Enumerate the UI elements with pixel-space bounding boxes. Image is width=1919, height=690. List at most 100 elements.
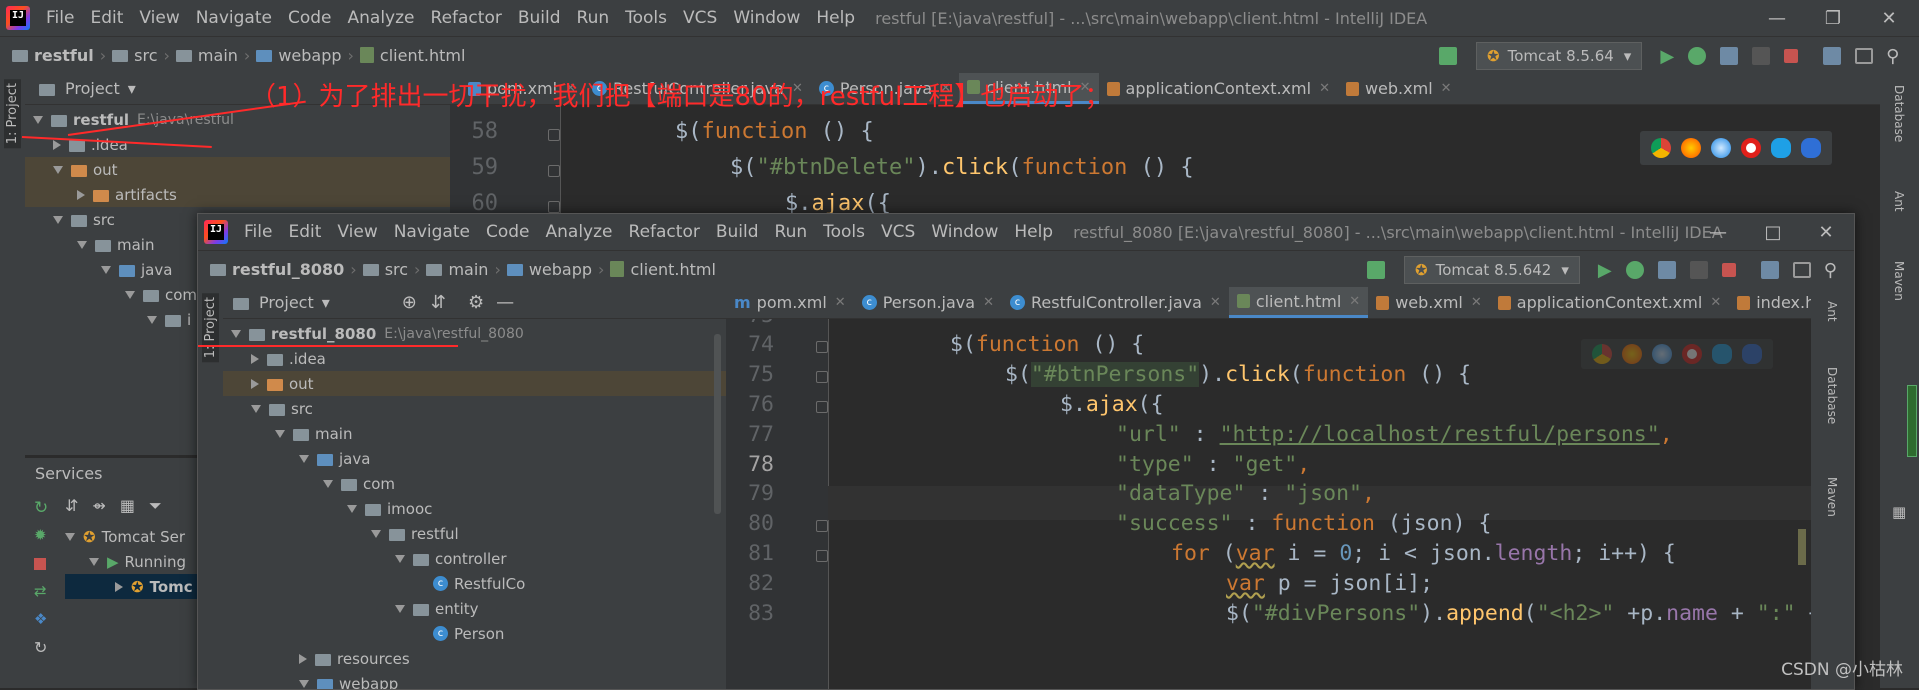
debug-icon[interactable]: ✹ (34, 526, 56, 544)
menu-refactor[interactable]: Refactor (423, 8, 510, 28)
close-icon[interactable]: ✕ (1471, 295, 1482, 310)
edge-icon[interactable] (1742, 344, 1762, 364)
group-icon[interactable]: ▦ (120, 496, 135, 516)
tree-row-src[interactable]: src (223, 396, 726, 421)
tree-row-out[interactable]: out (223, 371, 726, 396)
fold-marker-icon[interactable] (816, 401, 828, 413)
refresh-icon[interactable]: ↻ (34, 638, 56, 657)
menu-code[interactable]: Code (280, 8, 340, 28)
restore-button[interactable]: ❐ (1807, 0, 1859, 36)
fold-marker-icon[interactable] (816, 341, 828, 353)
menu-edit[interactable]: Edit (82, 8, 131, 28)
ant-tool-tab[interactable]: Ant (1892, 191, 1906, 212)
safari-icon[interactable] (1652, 344, 1672, 364)
notifications-icon[interactable]: ▦ (1892, 503, 1906, 521)
database-tool-tab[interactable]: Database (1825, 367, 1839, 424)
tab-person[interactable]: c Person.java ✕ (854, 287, 1002, 318)
breadcrumb-src[interactable]: src (385, 260, 408, 279)
firefox-icon[interactable] (1622, 344, 1642, 364)
tab-restfulcontroller[interactable]: c RestfulController.java ✕ (1002, 287, 1229, 318)
menu-navigate[interactable]: Navigate (188, 8, 280, 28)
menu-build[interactable]: Build (708, 222, 767, 242)
project-tree-scrollbar[interactable] (714, 334, 721, 514)
front-code-editor[interactable]: 75 74 75 76 77 78 79 80 81 82 83 $(funct… (726, 319, 1811, 689)
breadcrumb-main[interactable]: main (198, 46, 238, 65)
run-icon[interactable]: ▶ (1660, 46, 1674, 67)
menu-window[interactable]: Window (923, 222, 1006, 242)
tree-row-webapp[interactable]: webapp (223, 671, 726, 689)
project-label[interactable]: Project (65, 79, 120, 98)
breadcrumb-webapp[interactable]: webapp (278, 46, 341, 65)
close-icon[interactable]: ✕ (1710, 295, 1721, 310)
tree-row-person[interactable]: c Person (223, 621, 726, 646)
stop-icon[interactable] (34, 558, 46, 570)
breadcrumb-src[interactable]: src (134, 46, 157, 65)
fold-marker-icon[interactable] (548, 129, 560, 141)
tree-row-restful-8080[interactable]: restful_8080 E:\java\restful_8080 (223, 321, 726, 346)
tree-row-restfulcontroller[interactable]: c RestfulCo (223, 571, 726, 596)
close-icon[interactable]: ✕ (1319, 81, 1330, 96)
chevron-down-icon[interactable]: ▾ (128, 79, 136, 98)
menu-file[interactable]: File (236, 222, 280, 242)
project-tool-tab[interactable]: 1: Project (4, 79, 21, 149)
expand-all-icon[interactable]: ⇵ (65, 496, 78, 516)
menu-file[interactable]: File (38, 8, 82, 28)
opera-icon[interactable] (1741, 138, 1761, 158)
tab-applicationcontext[interactable]: applicationContext.xml ✕ (1099, 73, 1338, 104)
close-button[interactable]: ✕ (1863, 0, 1915, 36)
tab-pom[interactable]: m pom.xml ✕ (726, 287, 854, 318)
gear-icon[interactable]: ⚙ (468, 292, 484, 313)
ie-icon[interactable] (1771, 138, 1791, 158)
editor-scrollbar[interactable] (1798, 529, 1806, 565)
run-icon[interactable]: ▶ (1598, 260, 1612, 281)
run-config-select[interactable]: ✪ Tomcat 8.5.64 ▾ (1476, 42, 1643, 70)
coverage-icon[interactable] (1720, 47, 1739, 65)
coverage-icon[interactable] (1657, 261, 1676, 279)
close-icon[interactable]: ✕ (983, 295, 994, 310)
breadcrumb-main[interactable]: main (448, 260, 488, 279)
maximize-button[interactable]: □ (1747, 214, 1799, 250)
ant-tool-tab[interactable]: Ant (1825, 301, 1839, 322)
menu-tools[interactable]: Tools (617, 8, 675, 28)
tab-applicationcontext[interactable]: applicationContext.xml ✕ (1490, 287, 1729, 318)
chevron-down-icon[interactable]: ▾ (322, 293, 330, 312)
hide-icon[interactable]: — (496, 292, 514, 313)
menu-edit[interactable]: Edit (280, 222, 329, 242)
menu-view[interactable]: View (329, 222, 385, 242)
build-hammer-icon[interactable] (1367, 261, 1385, 279)
run-config-select[interactable]: ✪ Tomcat 8.5.642 ▾ (1404, 256, 1580, 284)
search-icon[interactable]: ⚲ (1886, 46, 1899, 67)
tree-row-artifacts[interactable]: artifacts (25, 182, 450, 207)
tab-webxml[interactable]: web.xml ✕ (1368, 287, 1490, 318)
fold-marker-icon[interactable] (548, 165, 560, 177)
menu-tools[interactable]: Tools (815, 222, 873, 242)
firefox-icon[interactable] (1681, 138, 1701, 158)
services-running-row[interactable]: ▶ Running (89, 549, 186, 574)
menu-build[interactable]: Build (510, 8, 569, 28)
debug-icon[interactable] (1625, 261, 1644, 279)
close-icon[interactable]: ✕ (1210, 295, 1221, 310)
filter-icon[interactable]: ⏷ (149, 496, 162, 516)
maven-tool-tab[interactable]: Maven (1892, 261, 1906, 301)
fold-marker-icon[interactable] (816, 371, 828, 383)
tree-row-restful-pkg[interactable]: restful (223, 521, 726, 546)
menu-window[interactable]: Window (725, 8, 808, 28)
maven-tool-tab[interactable]: Maven (1825, 477, 1839, 517)
collapse-icon[interactable]: ⇵ (431, 292, 446, 313)
close-icon[interactable]: ✕ (1349, 294, 1360, 309)
profile-icon[interactable] (1689, 261, 1708, 279)
tree-row-entity[interactable]: entity (223, 596, 726, 621)
collapse-all-icon[interactable]: ⇴ (92, 496, 105, 516)
menu-navigate[interactable]: Navigate (386, 222, 478, 242)
menu-analyze[interactable]: Analyze (340, 8, 423, 28)
debug-icon[interactable] (1688, 47, 1707, 65)
minimize-button[interactable]: — (1751, 0, 1803, 36)
tree-row-idea[interactable]: .idea (25, 132, 450, 157)
menu-run[interactable]: Run (569, 8, 618, 28)
locate-icon[interactable]: ⊕ (402, 292, 417, 313)
close-button[interactable]: ✕ (1800, 214, 1852, 250)
services-tomcat-instance-row[interactable]: ✪ Tomc (65, 574, 200, 599)
tree-row-com[interactable]: com (223, 471, 726, 496)
layout-icon[interactable]: ❖ (34, 610, 56, 628)
tree-row-idea[interactable]: .idea (223, 346, 726, 371)
